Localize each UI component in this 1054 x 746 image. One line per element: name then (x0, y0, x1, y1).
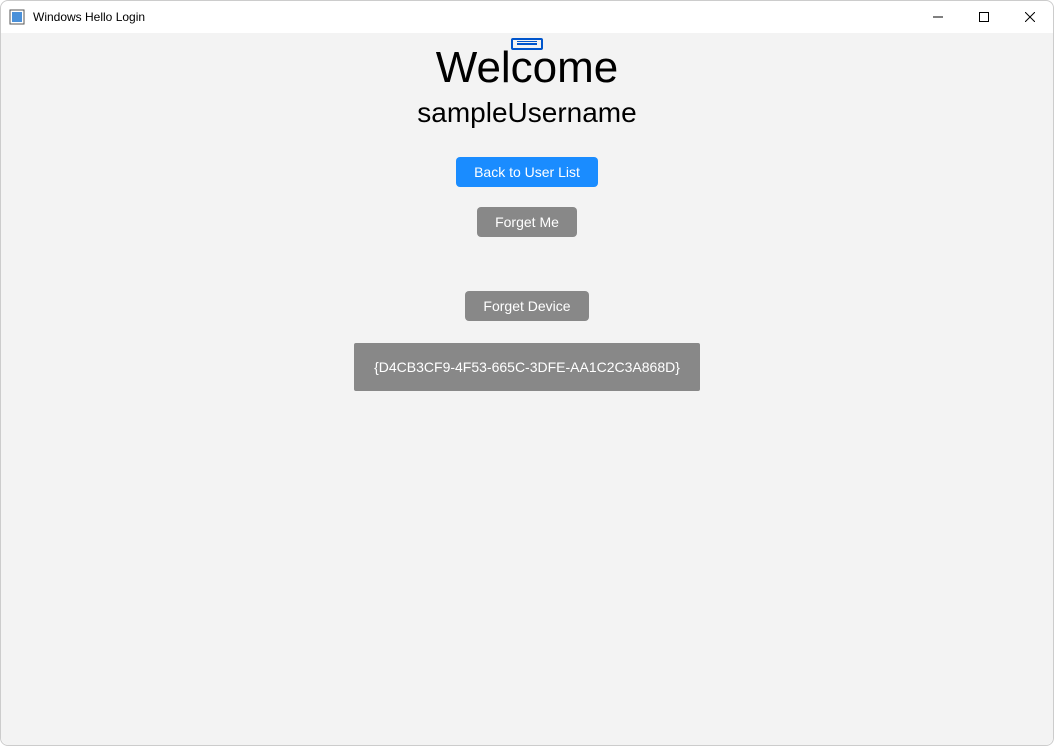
close-icon (1025, 12, 1035, 22)
titlebar: Windows Hello Login (1, 1, 1053, 33)
app-icon (9, 9, 25, 25)
keyboard-icon (511, 38, 543, 50)
device-id-display: {D4CB3CF9-4F53-665C-3DFE-AA1C2C3A868D} (354, 343, 700, 391)
content-area: Welcome sampleUsername Back to User List… (1, 33, 1053, 745)
back-to-user-list-button[interactable]: Back to User List (456, 157, 598, 187)
maximize-button[interactable] (961, 1, 1007, 33)
window-title: Windows Hello Login (33, 10, 915, 24)
minimize-button[interactable] (915, 1, 961, 33)
window-controls (915, 1, 1053, 33)
forget-me-button[interactable]: Forget Me (477, 207, 577, 237)
forget-device-button[interactable]: Forget Device (465, 291, 588, 321)
username-heading: sampleUsername (417, 97, 636, 129)
app-window: Windows Hello Login Welcome sa (0, 0, 1054, 746)
close-button[interactable] (1007, 1, 1053, 33)
minimize-icon (933, 12, 943, 22)
maximize-icon (979, 12, 989, 22)
